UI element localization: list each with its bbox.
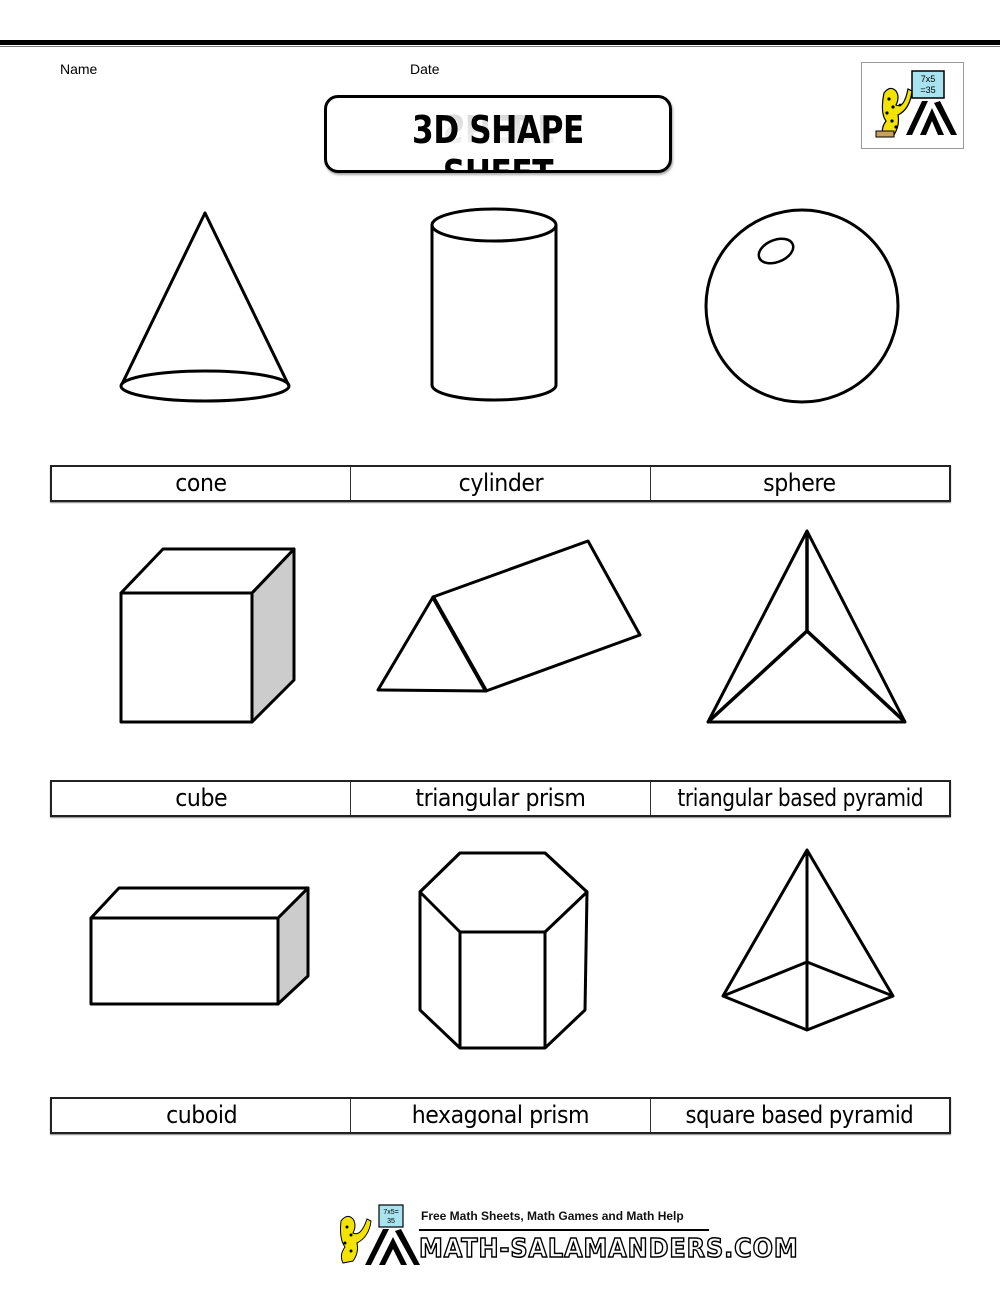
label-cube: cube [52, 782, 352, 815]
label-cuboid: cuboid [52, 1099, 352, 1132]
svg-text:7x5=: 7x5= [383, 1209, 398, 1216]
label-sphere: sphere [763, 469, 837, 497]
cube-icon [119, 547, 296, 724]
label-row-2: cube triangular prism triangular based p… [50, 780, 951, 817]
label-triangular-prism: triangular prism [351, 782, 651, 815]
cuboid-icon [89, 886, 310, 1006]
label-row-1: cone cylinder sphere [50, 465, 951, 502]
svg-text:35: 35 [387, 1218, 395, 1225]
footer-site-link[interactable]: MATH-SALAMANDERS.COM [418, 1233, 799, 1265]
label-row-3: cuboid hexagonal prism square based pyra… [50, 1097, 951, 1134]
footer-logo[interactable]: 7x5= 35 Free Math Sheets, Math Games and… [325, 1203, 798, 1273]
label-triangular-based-pyramid: triangular based pyramid [676, 784, 923, 812]
triangular-pyramid-icon [706, 529, 907, 724]
footer-salamander-icon: 7x5= 35 [340, 1204, 420, 1265]
footer-tagline: Free Math Sheets, Math Games and Math He… [421, 1209, 684, 1223]
hexagonal-prism-icon [418, 851, 589, 1050]
footer-divider [419, 1229, 709, 1231]
label-square-based-pyramid: square based pyramid [685, 1101, 914, 1129]
label-cylinder: cylinder [351, 467, 651, 500]
cone-icon [119, 211, 291, 403]
label-cone: cone [52, 467, 352, 500]
sphere-icon [704, 208, 900, 404]
triangular-prism-icon [376, 539, 642, 693]
label-hexagonal-prism: hexagonal prism [351, 1099, 651, 1132]
cylinder-icon [430, 207, 558, 402]
square-pyramid-icon [721, 848, 895, 1032]
